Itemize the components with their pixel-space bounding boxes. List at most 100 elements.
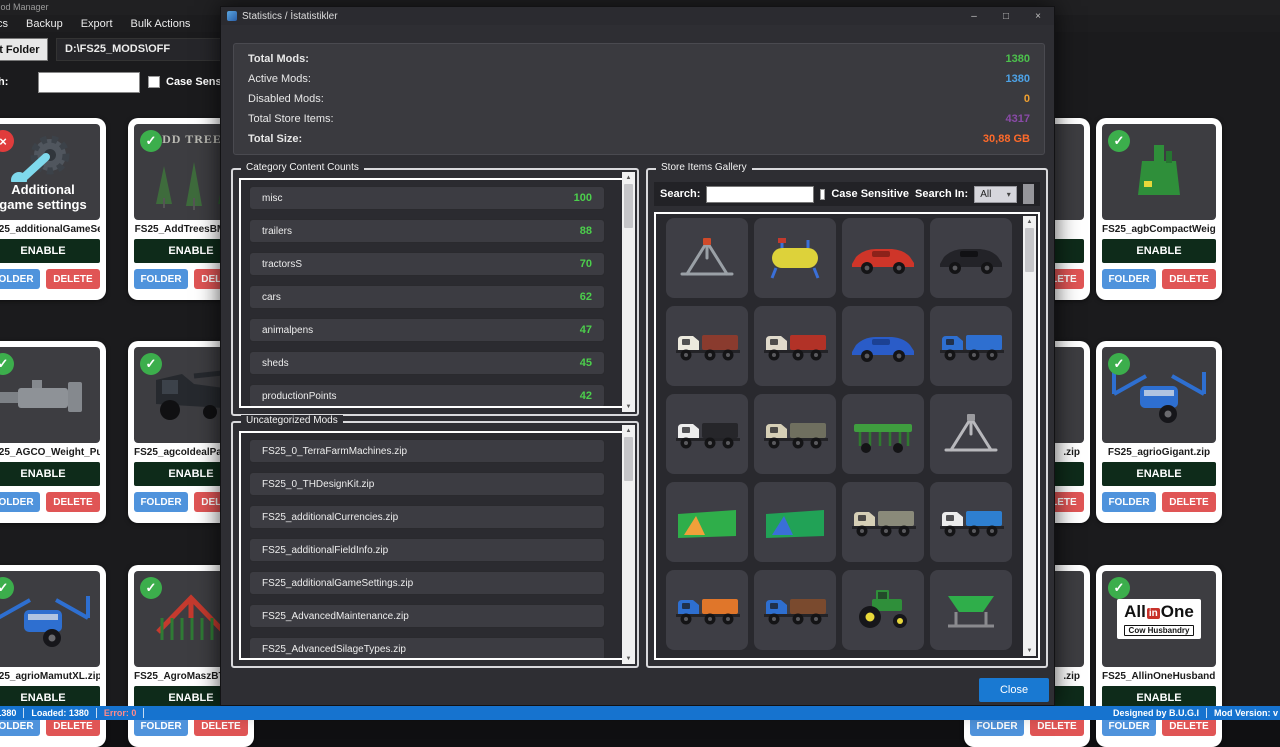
enable-button[interactable]: ENABLE bbox=[0, 462, 100, 486]
delete-button[interactable]: DELETE bbox=[46, 269, 100, 289]
store-item-tile[interactable] bbox=[666, 394, 748, 474]
folder-button[interactable]: FOLDER bbox=[134, 269, 188, 289]
store-item-tile[interactable] bbox=[930, 482, 1012, 562]
menu-item-backup[interactable]: Backup bbox=[22, 18, 67, 30]
store-item-tile[interactable] bbox=[930, 218, 1012, 298]
gallery-search-input[interactable] bbox=[706, 186, 814, 203]
store-item-tile[interactable] bbox=[842, 218, 924, 298]
store-item-tile[interactable] bbox=[754, 482, 836, 562]
status-segment: Designed by B.U.G.I bbox=[1106, 708, 1207, 718]
wrench-gear-icon bbox=[0, 132, 98, 182]
folder-button[interactable]: FOLDER bbox=[0, 269, 40, 289]
gallery-grid bbox=[666, 218, 1012, 660]
category-row[interactable]: productionPoints 42 bbox=[249, 384, 605, 408]
select-folder-button[interactable]: Select Folder bbox=[0, 38, 48, 61]
category-row[interactable]: trailers 88 bbox=[249, 219, 605, 243]
category-count: 100 bbox=[574, 192, 592, 204]
folder-button[interactable]: FOLDER bbox=[0, 492, 40, 512]
gallery-scrollbar[interactable]: ▲ ▼ bbox=[1023, 216, 1036, 656]
scroll-down-icon[interactable]: ▼ bbox=[1023, 645, 1036, 656]
category-count: 45 bbox=[580, 357, 592, 369]
case-sensitive-checkbox[interactable] bbox=[148, 76, 160, 88]
enable-button[interactable]: ENABLE bbox=[1102, 462, 1216, 486]
uncategorized-scrollbar[interactable]: ▲ ▼ bbox=[622, 425, 635, 664]
dialog-titlebar[interactable]: Statistics / İstatistikler – □ × bbox=[221, 7, 1054, 25]
category-row[interactable]: tractorsS 70 bbox=[249, 252, 605, 276]
delete-button[interactable]: DELETE bbox=[1162, 269, 1216, 289]
store-item-tile[interactable] bbox=[842, 570, 924, 650]
uncategorized-mod-row[interactable]: FS25_AdvancedMaintenance.zip bbox=[249, 604, 605, 628]
store-item-tile[interactable] bbox=[666, 570, 748, 650]
maximize-button[interactable]: □ bbox=[990, 7, 1022, 25]
uncategorized-mod-row[interactable]: FS25_0_TerraFarmMachines.zip bbox=[249, 439, 605, 463]
category-row[interactable]: cars 62 bbox=[249, 285, 605, 309]
close-button[interactable]: Close bbox=[979, 678, 1049, 702]
scroll-down-icon[interactable]: ▼ bbox=[622, 653, 635, 664]
folder-button[interactable]: FOLDER bbox=[1102, 269, 1156, 289]
scroll-thumb[interactable] bbox=[1025, 228, 1034, 272]
store-item-tile[interactable] bbox=[930, 306, 1012, 386]
stat-label: Active Mods: bbox=[248, 73, 311, 85]
delete-button[interactable]: DELETE bbox=[1162, 492, 1216, 512]
store-item-tile[interactable] bbox=[666, 218, 748, 298]
gallery-header-button[interactable] bbox=[1023, 184, 1034, 204]
store-item-tile[interactable] bbox=[666, 482, 748, 562]
store-item-tile[interactable] bbox=[930, 658, 1012, 660]
folder-button[interactable]: FOLDER bbox=[1102, 492, 1156, 512]
store-item-tile[interactable] bbox=[842, 482, 924, 562]
stat-value: 1380 bbox=[1006, 53, 1030, 65]
uncategorized-mod-row[interactable]: FS25_additionalCurrencies.zip bbox=[249, 505, 605, 529]
scroll-up-icon[interactable]: ▲ bbox=[622, 172, 635, 183]
minimize-button[interactable]: – bbox=[958, 7, 990, 25]
enable-button[interactable]: ENABLE bbox=[0, 239, 100, 263]
scroll-down-icon[interactable]: ▼ bbox=[622, 401, 635, 412]
chevron-down-icon: ▾ bbox=[1007, 190, 1011, 199]
status-segment: Loaded: 1380 bbox=[24, 708, 97, 718]
category-name: sheds bbox=[262, 358, 289, 369]
search-in-dropdown[interactable]: All ▾ bbox=[974, 186, 1017, 203]
category-row[interactable]: animalpens 47 bbox=[249, 318, 605, 342]
store-item-tile[interactable] bbox=[754, 570, 836, 650]
uncategorized-mods-list: FS25_0_TerraFarmMachines.zip FS25_0_THDes… bbox=[239, 431, 631, 660]
close-window-button[interactable]: × bbox=[1022, 7, 1054, 25]
scroll-thumb[interactable] bbox=[624, 437, 633, 481]
store-item-tile[interactable] bbox=[842, 306, 924, 386]
status-segment: Mod Version: v bbox=[1207, 708, 1280, 718]
scroll-thumb[interactable] bbox=[624, 184, 633, 228]
store-items-gallery-legend: Store Items Gallery bbox=[656, 162, 752, 173]
gallery-search-bar: Search: Case Sensitive Search In: All ▾ bbox=[654, 182, 1040, 206]
store-item-tile[interactable] bbox=[666, 658, 748, 660]
store-item-tile[interactable] bbox=[754, 218, 836, 298]
uncategorized-mod-row[interactable]: FS25_additionalGameSettings.zip bbox=[249, 571, 605, 595]
dialog-icon bbox=[227, 11, 237, 21]
stat-row: Total Store Items: 4317 bbox=[248, 113, 1030, 125]
folder-button[interactable]: FOLDER bbox=[134, 492, 188, 512]
uncategorized-mod-row[interactable]: FS25_AdvancedSilageTypes.zip bbox=[249, 637, 605, 660]
scroll-up-icon[interactable]: ▲ bbox=[622, 425, 635, 436]
menu-item-statistics[interactable]: Statistics bbox=[0, 18, 12, 30]
store-item-tile[interactable] bbox=[754, 394, 836, 474]
enable-button[interactable]: ENABLE bbox=[1102, 239, 1216, 263]
delete-button[interactable]: DELETE bbox=[46, 492, 100, 512]
store-item-tile[interactable] bbox=[930, 570, 1012, 650]
category-count: 47 bbox=[580, 324, 592, 336]
mod-zip-name: FS25_additionalFieldInfo.zip bbox=[262, 545, 388, 556]
menu-item-bulk-actions[interactable]: Bulk Actions bbox=[127, 18, 195, 30]
mod-thumbnail: ✓ bbox=[0, 347, 100, 443]
scroll-up-icon[interactable]: ▲ bbox=[1023, 216, 1036, 227]
search-in-label: Search In: bbox=[915, 188, 968, 200]
store-item-tile[interactable] bbox=[666, 306, 748, 386]
store-item-tile[interactable] bbox=[754, 658, 836, 660]
store-item-tile[interactable] bbox=[842, 394, 924, 474]
store-item-tile[interactable] bbox=[930, 394, 1012, 474]
store-item-tile[interactable] bbox=[754, 306, 836, 386]
menu-item-export[interactable]: Export bbox=[77, 18, 117, 30]
uncategorized-mod-row[interactable]: FS25_additionalFieldInfo.zip bbox=[249, 538, 605, 562]
search-input[interactable] bbox=[38, 72, 140, 93]
category-row[interactable]: misc 100 bbox=[249, 186, 605, 210]
category-row[interactable]: sheds 45 bbox=[249, 351, 605, 375]
store-item-tile[interactable] bbox=[842, 658, 924, 660]
category-scrollbar[interactable]: ▲ ▼ bbox=[622, 172, 635, 412]
gallery-case-sensitive-checkbox[interactable] bbox=[820, 189, 825, 200]
uncategorized-mod-row[interactable]: FS25_0_THDesignKit.zip bbox=[249, 472, 605, 496]
